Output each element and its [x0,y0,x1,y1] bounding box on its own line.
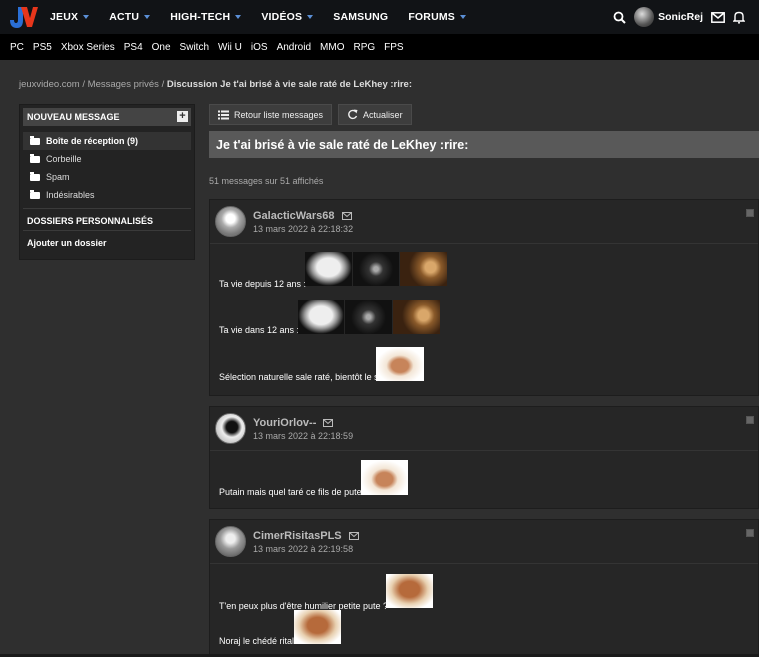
top-navbar: JEUX ACTU HIGH-TECH VIDÉOS SAMSUNG FORUM… [0,0,759,34]
sticker-image [386,574,433,608]
options-icon[interactable] [746,416,754,424]
folder-spam[interactable]: Spam [23,168,191,186]
message-text: Ta vie dans 12 ans : [219,325,300,335]
nav-jeux[interactable]: JEUX [50,11,90,23]
folder-unwanted[interactable]: Indésirables [23,186,191,204]
main-nav: JEUX ACTU HIGH-TECH VIDÉOS SAMSUNG FORUM… [50,11,486,23]
mail-sidebar: NOUVEAU MESSAGE + Boîte de réception (9)… [19,104,195,260]
search-icon[interactable] [613,11,626,24]
platform-ps4[interactable]: PS4 [124,42,143,53]
personal-folders-title: DOSSIERS PERSONNALISÉS [27,216,154,226]
chevron-down-icon [307,15,314,19]
chevron-down-icon [144,15,151,19]
message-text: Sélection naturelle sale raté, bientôt l… [219,372,379,382]
nav-videos[interactable]: VIDÉOS [261,11,314,23]
sticker-image [376,347,424,381]
platform-rpg[interactable]: RPG [353,42,375,53]
list-icon [218,110,229,120]
sticker-image [400,252,447,286]
sticker-image [305,252,352,286]
platform-wii-u[interactable]: Wii U [218,42,242,53]
platform-pc[interactable]: PC [10,42,24,53]
mail-icon[interactable] [323,419,334,427]
folder-inbox[interactable]: Boîte de réception (9) [23,132,191,150]
message-text: Noraj le chédé rital [219,636,295,646]
message-header: GalacticWars68 13 mars 2022 à 22:18:32 [210,200,758,244]
breadcrumb-section[interactable]: Messages privés [88,79,159,90]
message-date[interactable]: 13 mars 2022 à 22:18:59 [253,431,353,441]
message-date[interactable]: 13 mars 2022 à 22:18:32 [253,224,353,234]
user-area: SonicRej [613,0,753,34]
nav-forums[interactable]: FORUMS [408,11,467,23]
divider [23,208,191,209]
sticker-image [361,460,408,495]
back-to-list-button[interactable]: Retour liste messages [209,104,333,125]
platform-switch[interactable]: Switch [180,42,209,53]
folder-icon [30,171,40,181]
mail-icon[interactable] [341,212,352,220]
options-icon[interactable] [746,529,754,537]
chevron-down-icon [83,15,90,19]
refresh-button[interactable]: Actualiser [338,104,412,125]
message-date[interactable]: 13 mars 2022 à 22:19:58 [253,544,353,554]
platform-ios[interactable]: iOS [251,42,268,53]
folder-icon [30,153,40,163]
username[interactable]: SonicRej [658,11,703,23]
folder-icon [30,189,40,199]
sticker-image [298,300,344,334]
topic-title: Je t'ai brisé à vie sale raté de LeKhey … [209,131,759,158]
avatar[interactable] [215,206,246,237]
chevron-down-icon [235,15,242,19]
bell-icon[interactable] [733,11,745,24]
message-post: GalacticWars68 13 mars 2022 à 22:18:32 T… [209,199,759,396]
message-text: Putain mais quel taré ce fils de pute [219,487,362,497]
author-name[interactable]: GalacticWars68 [253,210,335,222]
chevron-down-icon [460,15,467,19]
avatar[interactable] [215,526,246,557]
mail-icon[interactable] [348,532,359,540]
divider [23,230,191,231]
platform-fps[interactable]: FPS [384,42,403,53]
nav-samsung[interactable]: SAMSUNG [333,11,388,23]
sticker-image [345,300,392,334]
refresh-icon [347,109,358,120]
sticker-image [294,610,341,644]
mail-icon[interactable] [711,11,725,23]
plus-icon: + [177,111,188,122]
message-header: YouriOrlov-- 13 mars 2022 à 22:18:59 [210,407,758,451]
message-header: CimerRisitasPLS 13 mars 2022 à 22:19:58 [210,520,758,564]
folder-icon [30,135,40,145]
message-text: Ta vie depuis 12 ans : [219,279,307,289]
platform-nav: PC PS5 Xbox Series PS4 One Switch Wii U … [0,34,759,60]
author-name[interactable]: CimerRisitasPLS [253,530,342,542]
avatar[interactable] [634,7,655,27]
sticker-image [393,300,440,334]
message-count: 51 messages sur 51 affichés [209,176,324,186]
jv-logo[interactable] [4,0,42,34]
platform-android[interactable]: Android [277,42,311,53]
add-folder-link[interactable]: Ajouter un dossier [20,235,194,251]
breadcrumb: jeuxvideo.com / Messages privés / Discus… [19,79,413,90]
sticker-image [353,252,399,286]
breadcrumb-current: Discussion Je t'ai brisé à vie sale raté… [166,79,413,90]
message-post: YouriOrlov-- 13 mars 2022 à 22:18:59 Put… [209,406,759,509]
nav-high-tech[interactable]: HIGH-TECH [170,11,242,23]
avatar[interactable] [215,413,246,444]
nav-actu[interactable]: ACTU [109,11,151,23]
author-name[interactable]: YouriOrlov-- [253,417,316,429]
platform-one[interactable]: One [152,42,171,53]
platform-xbox-series[interactable]: Xbox Series [61,42,115,53]
platform-mmo[interactable]: MMO [320,42,344,53]
folder-trash[interactable]: Corbeille [23,150,191,168]
new-message-button[interactable]: NOUVEAU MESSAGE + [23,108,191,126]
message-post: CimerRisitasPLS 13 mars 2022 à 22:19:58 … [209,519,759,657]
breadcrumb-site[interactable]: jeuxvideo.com [19,79,80,90]
message-toolbar: Retour liste messages Actualiser [209,104,418,125]
options-icon[interactable] [746,209,754,217]
platform-ps5[interactable]: PS5 [33,42,52,53]
